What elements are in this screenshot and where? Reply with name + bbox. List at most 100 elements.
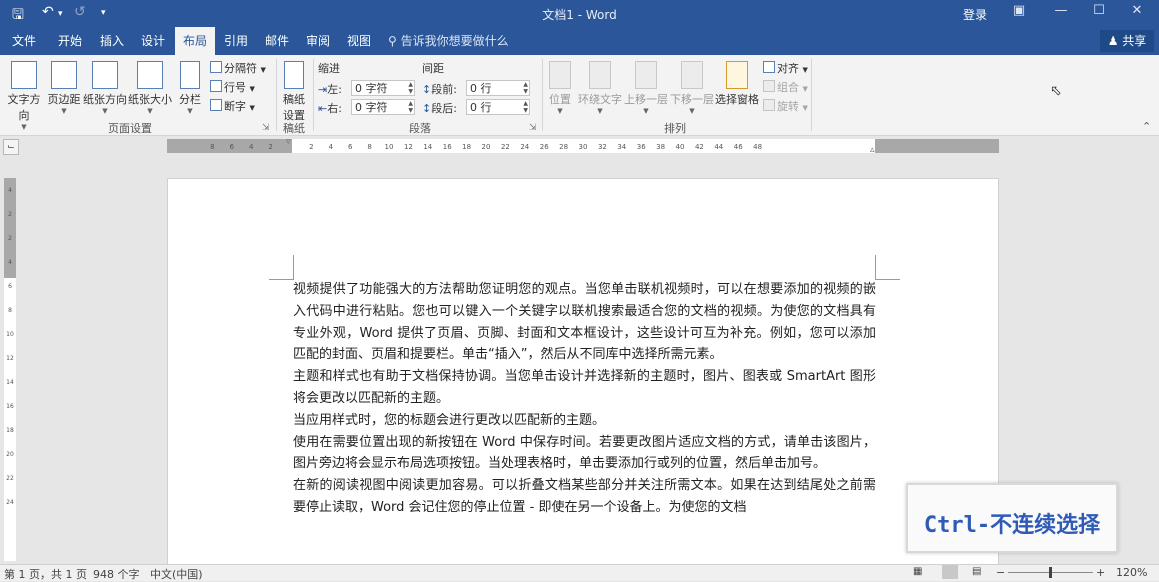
- wrap-text-button[interactable]: 环绕文字 ▼: [577, 61, 623, 115]
- status-bar: 第 1 页，共 1 页 948 个字 中文(中国) ▦ ▤ − + 120%: [0, 564, 1159, 581]
- size-button[interactable]: 纸张大小 ▼: [128, 61, 172, 115]
- zoom-level[interactable]: 120%: [1116, 566, 1147, 579]
- read-mode-icon[interactable]: ▦: [913, 566, 922, 577]
- position-label: 位置: [549, 93, 571, 106]
- ruler-label: 12: [6, 355, 14, 362]
- group-objects-button[interactable]: 组合 ▼: [763, 79, 808, 95]
- text-direction-label: 文字方向: [7, 93, 41, 122]
- paragraph[interactable]: 视频提供了功能强大的方法帮助您证明您的观点。当您单击联机视频时，可以在想要添加的…: [293, 279, 876, 366]
- paragraph[interactable]: 使用在需要位置出现的新按钮在 Word 中保存时间。若要更改图片适应文档的方式，…: [293, 432, 876, 476]
- ruler-label: 10: [385, 143, 394, 151]
- ruler-label: 6: [348, 143, 353, 151]
- login-link[interactable]: 登录: [963, 6, 987, 23]
- spinner-arrows-icon[interactable]: ▲ ▼: [523, 81, 528, 95]
- text-direction-button[interactable]: 文字方向 ▼: [3, 61, 45, 131]
- right-indent-marker[interactable]: ▵: [870, 145, 875, 155]
- spacing-after-text: 段后:: [431, 102, 457, 115]
- tab-review[interactable]: 审阅: [298, 27, 338, 55]
- send-backward-button[interactable]: 下移一层 ▼: [670, 61, 714, 115]
- dialog-launcher-icon[interactable]: ⇲: [529, 123, 537, 133]
- group-objects-icon: [763, 80, 775, 92]
- margins-icon: [51, 61, 77, 89]
- tab-layout[interactable]: 布局: [175, 27, 215, 55]
- breaks-button[interactable]: 分隔符 ▼: [210, 60, 266, 76]
- ruler-label: 2: [8, 211, 12, 218]
- first-line-indent-marker[interactable]: ▿: [286, 137, 291, 147]
- spinner-arrows-icon[interactable]: ▲ ▼: [408, 81, 413, 95]
- group-divider: [313, 59, 314, 131]
- collapse-ribbon-icon[interactable]: ⌃: [1142, 120, 1151, 133]
- margins-button[interactable]: 页边距 ▼: [47, 61, 81, 115]
- close-icon[interactable]: ✕: [1128, 3, 1146, 21]
- group-label-draft: 稿纸: [283, 122, 305, 135]
- columns-button[interactable]: 分栏 ▼: [177, 61, 203, 115]
- print-layout-icon[interactable]: [942, 565, 958, 579]
- ruler-label: 38: [656, 143, 665, 151]
- tell-me-box[interactable]: ⚲ 告诉我你想要做什么: [388, 27, 509, 55]
- document-page[interactable]: 视频提供了功能强大的方法帮助您证明您的观点。当您单击联机视频时，可以在想要添加的…: [167, 178, 999, 568]
- orientation-button[interactable]: 纸张方向 ▼: [83, 61, 127, 115]
- ribbon-display-options-icon[interactable]: ▣: [1010, 3, 1028, 21]
- web-layout-icon[interactable]: ▤: [972, 566, 981, 577]
- ruler-label: 40: [676, 143, 685, 151]
- zoom-out-button[interactable]: −: [996, 566, 1005, 579]
- rotate-label: 旋转: [777, 100, 799, 113]
- hyphenation-icon: [210, 99, 222, 111]
- ruler-label: 32: [598, 143, 607, 151]
- zoom-in-button[interactable]: +: [1096, 566, 1105, 579]
- ruler-label: 2: [268, 143, 272, 151]
- tab-insert[interactable]: 插入: [92, 27, 132, 55]
- tab-file[interactable]: 文件: [4, 27, 44, 55]
- spinner-arrows-icon[interactable]: ▲ ▼: [408, 100, 413, 114]
- paragraph[interactable]: 在新的阅读视图中阅读更加容易。可以折叠文档某些部分并关注所需文本。如果在达到结尾…: [293, 475, 876, 519]
- paragraph[interactable]: 主题和样式也有助于文档保持协调。当您单击设计并选择新的主题时，图片、图表或 Sm…: [293, 366, 876, 410]
- minimize-icon[interactable]: —: [1052, 3, 1070, 21]
- chevron-down-icon: ▼: [597, 107, 603, 115]
- spinner-arrows-icon[interactable]: ▲ ▼: [523, 100, 528, 114]
- wrap-text-label: 环绕文字: [578, 93, 622, 106]
- ruler-label: 26: [540, 143, 549, 151]
- tell-me-text: 告诉我你想要做什么: [400, 34, 509, 48]
- spacing-before-input[interactable]: 0 行 ▲ ▼: [466, 80, 530, 96]
- indent-right-label: ⇤右:: [318, 100, 342, 116]
- share-button[interactable]: ♟ 共享: [1100, 30, 1154, 52]
- group-divider: [276, 59, 277, 131]
- ruler-label: 12: [404, 143, 413, 151]
- vertical-ruler[interactable]: 4 2 2 4 6 8 10 12 14 16 18 20 22 24: [4, 178, 16, 561]
- indent-right-text: 右:: [327, 102, 342, 115]
- line-numbers-button[interactable]: 行号 ▼: [210, 79, 255, 95]
- bring-forward-button[interactable]: 上移一层 ▼: [624, 61, 668, 115]
- tab-references[interactable]: 引用: [216, 27, 256, 55]
- paragraph[interactable]: 当应用样式时，您的标题会进行更改以匹配新的主题。: [293, 410, 876, 432]
- position-button[interactable]: 位置 ▼: [546, 61, 574, 115]
- spacing-after-input[interactable]: 0 行 ▲ ▼: [466, 99, 530, 115]
- tab-view[interactable]: 视图: [339, 27, 379, 55]
- draft-settings-button[interactable]: 稿纸 设置: [280, 61, 308, 123]
- tab-design[interactable]: 设计: [133, 27, 173, 55]
- zoom-slider-thumb[interactable]: [1049, 567, 1052, 578]
- columns-icon: [180, 61, 200, 89]
- hyphenation-button[interactable]: 断字 ▼: [210, 98, 255, 114]
- horizontal-ruler[interactable]: 8 6 4 2 2 4 6 8 10 12 14 16 18 20 22 24 26 28 30 32 34 36 38 40…: [167, 137, 999, 155]
- tab-mailings[interactable]: 邮件: [257, 27, 297, 55]
- text-direction-icon: [11, 61, 37, 89]
- ruler-label: 2: [309, 143, 313, 151]
- ruler-label: 46: [734, 143, 743, 151]
- tab-selector[interactable]: ⌙: [3, 139, 19, 155]
- ruler-label: 8: [8, 307, 12, 314]
- document-body[interactable]: 视频提供了功能强大的方法帮助您证明您的观点。当您单击联机视频时，可以在想要添加的…: [293, 279, 876, 519]
- tab-home[interactable]: 开始: [50, 27, 90, 55]
- line-numbers-icon: [210, 80, 222, 92]
- align-button[interactable]: 对齐 ▼: [763, 60, 808, 76]
- lightbulb-icon: ⚲: [388, 34, 397, 48]
- rotate-button[interactable]: 旋转 ▼: [763, 98, 808, 114]
- share-label: 共享: [1122, 34, 1147, 48]
- indent-left-input[interactable]: 0 字符 ▲ ▼: [351, 80, 415, 96]
- selection-pane-button[interactable]: 选择窗格: [714, 61, 760, 107]
- indent-right-input[interactable]: 0 字符 ▲ ▼: [351, 99, 415, 115]
- indent-left-text: 左:: [327, 83, 342, 96]
- maximize-icon[interactable]: ☐: [1090, 3, 1108, 21]
- margins-label: 页边距: [47, 93, 81, 106]
- ruler-label: 16: [443, 143, 452, 151]
- dialog-launcher-icon[interactable]: ⇲: [262, 123, 270, 133]
